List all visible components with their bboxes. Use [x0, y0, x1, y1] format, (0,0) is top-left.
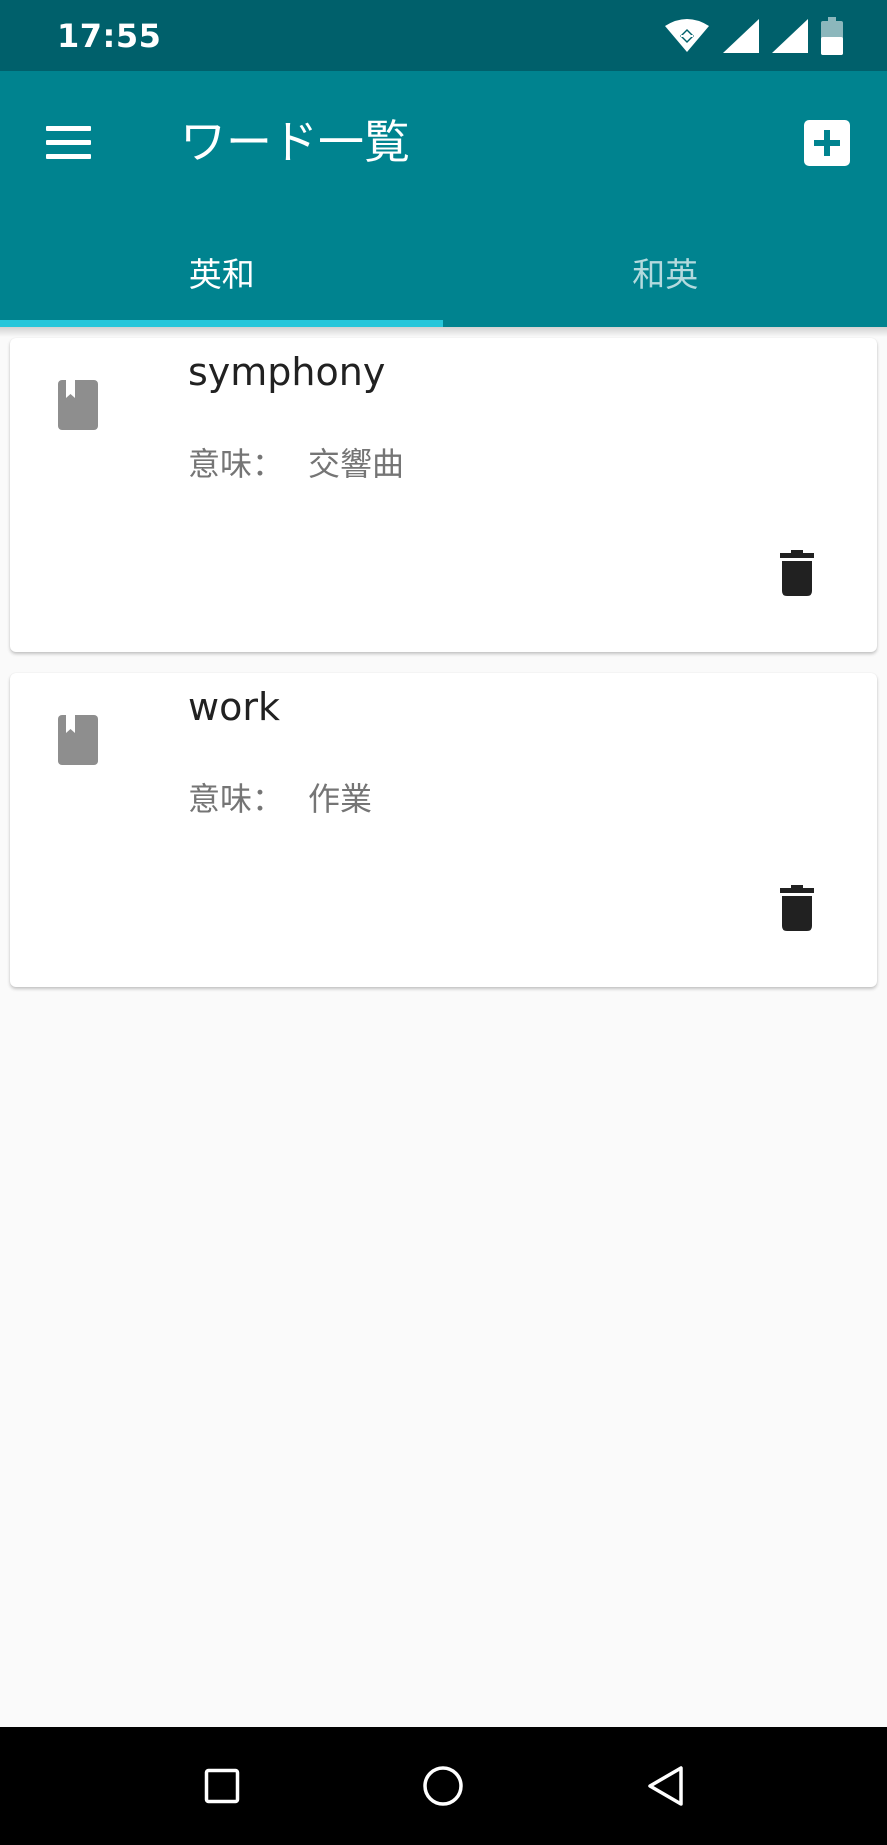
- meaning-label: 意味：: [188, 445, 285, 483]
- battery-icon: [821, 17, 843, 55]
- recents-button[interactable]: [197, 1761, 247, 1811]
- delete-button[interactable]: [772, 883, 822, 933]
- status-time: 17:55: [57, 17, 162, 55]
- menu-icon-bar: [46, 139, 91, 145]
- word-list: symphony 意味： 交響曲 work 意味： 作業: [10, 338, 877, 1008]
- page-title: ワード一覧: [180, 115, 410, 169]
- tab-english-japanese[interactable]: 英和: [0, 226, 444, 327]
- delete-icon: [780, 885, 814, 931]
- recents-icon: [204, 1768, 240, 1804]
- word-card[interactable]: symphony 意味： 交響曲: [10, 338, 877, 652]
- back-button[interactable]: [641, 1761, 691, 1811]
- meaning-row: 意味： 交響曲: [188, 442, 404, 486]
- home-button[interactable]: [418, 1761, 468, 1811]
- navigation-bar: [0, 1727, 887, 1845]
- status-bar: 17:55: [0, 0, 887, 71]
- tab-indicator: [0, 320, 443, 327]
- word-text: symphony: [188, 350, 386, 394]
- delete-icon: [780, 550, 814, 596]
- delete-button[interactable]: [772, 548, 822, 598]
- menu-button[interactable]: [36, 113, 102, 171]
- signal-icon: [723, 19, 759, 53]
- app-bar-shadow: [0, 327, 887, 337]
- book-icon: [58, 380, 98, 430]
- wifi-icon: [665, 19, 709, 52]
- meaning-label: 意味：: [188, 780, 285, 818]
- menu-icon-bar: [46, 125, 91, 131]
- word-text: work: [188, 685, 280, 729]
- tab-japanese-english[interactable]: 和英: [444, 226, 887, 327]
- meaning-value: 交響曲: [308, 445, 405, 483]
- signal-icon: [772, 19, 808, 53]
- app-bar: ワード一覧 英和 和英: [0, 71, 887, 327]
- status-icons: [664, 16, 843, 56]
- meaning-value: 作業: [308, 780, 373, 818]
- meaning-row: 意味： 作業: [188, 777, 372, 821]
- menu-icon-bar: [46, 153, 91, 159]
- back-icon: [648, 1766, 683, 1806]
- add-box-icon[interactable]: [800, 116, 856, 172]
- book-icon: [58, 715, 98, 765]
- home-icon: [423, 1766, 463, 1806]
- word-card[interactable]: work 意味： 作業: [10, 673, 877, 987]
- tab-bar: 英和 和英: [0, 226, 887, 327]
